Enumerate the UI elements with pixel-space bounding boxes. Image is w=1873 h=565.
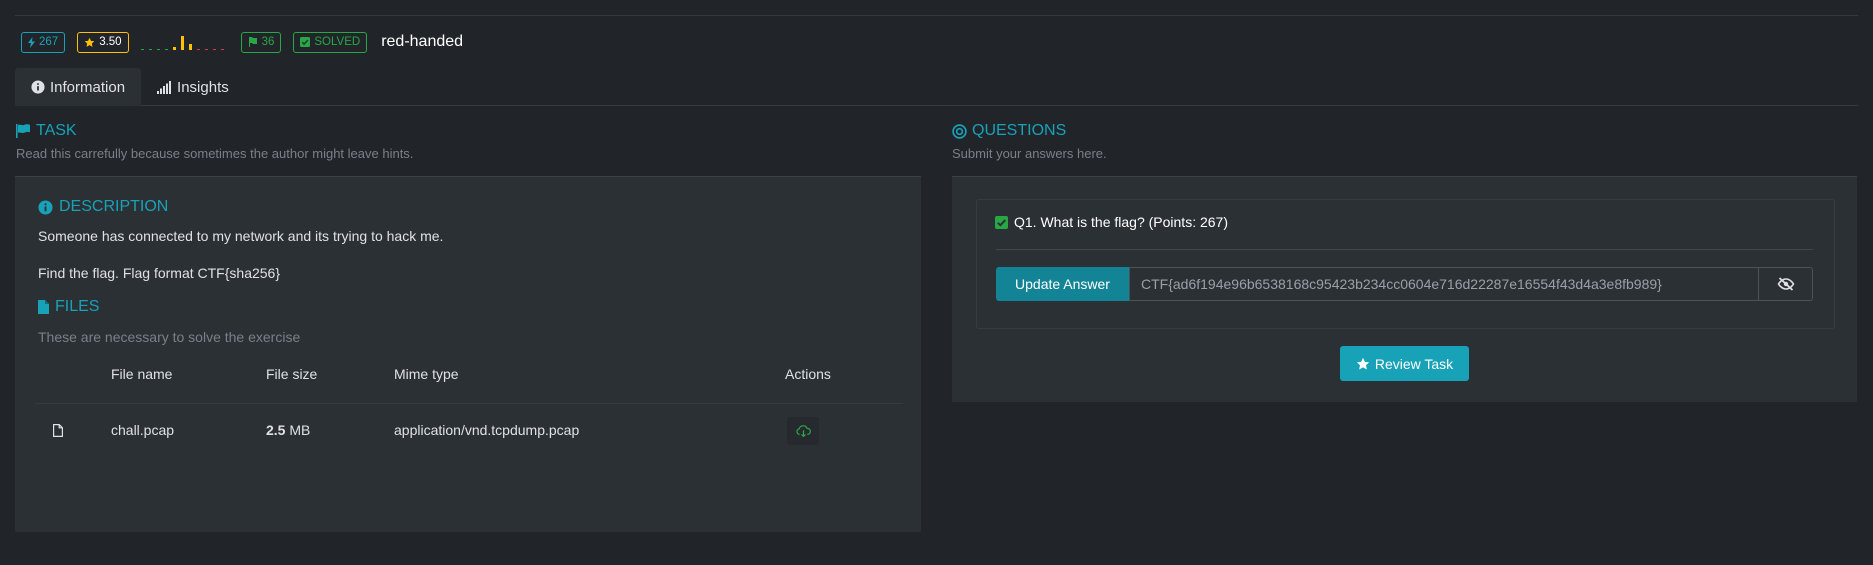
sparkline-bar [188, 44, 192, 50]
task-subtitle: Read this carrefully because sometimes t… [16, 146, 414, 161]
cloud-download-icon [795, 425, 811, 437]
mime-type-cell: application/vnd.tcpdump.pcap [394, 422, 580, 438]
signal-bars-icon [157, 80, 172, 94]
rating-value: 3.50 [99, 36, 122, 48]
info-circle-icon [38, 199, 53, 215]
solves-badge: 36 [240, 31, 282, 53]
challenge-title: red-handed [381, 33, 464, 50]
task-heading-label: TASK [36, 122, 77, 139]
review-task-label: Review Task [1374, 355, 1454, 372]
review-task-button[interactable]: Review Task [1340, 346, 1469, 381]
tab-information[interactable]: Information [15, 68, 142, 106]
points-value: 267 [39, 36, 59, 48]
description-line-1: Someone has connected to my network and … [38, 228, 444, 244]
questions-heading-label: QUESTIONS [972, 122, 1067, 139]
status-label: SOLVED [314, 36, 361, 48]
flag-icon [248, 37, 257, 47]
challenge-header: 267 3.50 36 SOLVED red-handed [21, 31, 463, 53]
file-name-cell: chall.pcap [111, 422, 175, 438]
column-header-file-name: File name [111, 366, 173, 382]
points-badge: 267 [21, 31, 66, 53]
sparkline-bar [156, 49, 160, 50]
task-heading: TASK [16, 122, 77, 140]
tab-bar: Information Insights [15, 68, 1858, 106]
flag-icon [16, 124, 30, 138]
description-heading: DESCRIPTION [38, 198, 168, 216]
column-header-mime-type: Mime type [394, 366, 459, 382]
download-button[interactable] [787, 417, 819, 445]
question-1-title: Q1. What is the flag? (Points: 267) [995, 214, 1228, 230]
info-circle-icon [31, 80, 45, 94]
bolt-icon [28, 36, 35, 48]
update-answer-button[interactable]: Update Answer [996, 267, 1129, 301]
description-line-2: Find the flag. Flag format CTF{sha256} [38, 265, 281, 281]
status-badge: SOLVED [293, 31, 368, 53]
files-subtitle: These are necessary to solve the exercis… [38, 329, 301, 345]
questions-subtitle: Submit your answers here. [952, 146, 1107, 161]
file-size-cell: 2.5 MB [266, 422, 310, 438]
check-square-icon [300, 37, 311, 47]
rating-sparkline [140, 32, 229, 50]
answer-input[interactable] [1129, 267, 1759, 301]
table-header-divider [35, 403, 903, 404]
check-square-icon [995, 215, 1008, 229]
questions-heading: QUESTIONS [952, 122, 1066, 140]
tab-insights-label: Insights [177, 78, 229, 96]
toggle-visibility-button[interactable] [1759, 267, 1813, 301]
file-icon [38, 300, 49, 314]
sparkline-bar [172, 47, 176, 50]
rating-badge: 3.50 [77, 31, 129, 53]
files-heading-label: FILES [55, 298, 100, 315]
sparkline-bar [204, 49, 208, 50]
file-outline-icon [53, 424, 63, 437]
file-size-value: 2.5 [266, 422, 286, 438]
sparkline-bar [180, 36, 184, 50]
column-header-actions: Actions [785, 366, 831, 382]
star-icon [1356, 357, 1369, 370]
sparkline-bar [212, 49, 216, 50]
sparkline-bar [140, 49, 144, 50]
question-divider [996, 249, 1813, 250]
star-icon [84, 37, 95, 47]
solves-value: 36 [261, 36, 275, 48]
question-1-label: Q1. What is the flag? (Points: 267) [1014, 214, 1228, 230]
sparkline-bar [196, 49, 200, 50]
column-header-file-size: File size [266, 366, 318, 382]
eye-slash-icon [1777, 277, 1794, 291]
sparkline-bar [148, 49, 152, 50]
description-heading-label: DESCRIPTION [59, 198, 169, 215]
files-heading: FILES [38, 298, 99, 316]
tab-insights[interactable]: Insights [141, 68, 245, 106]
sparkline-bar [164, 49, 168, 50]
tab-information-label: Information [50, 78, 126, 96]
top-divider [15, 15, 1858, 16]
sparkline-bar [220, 49, 224, 50]
file-size-unit: MB [289, 422, 311, 438]
target-icon [952, 123, 967, 139]
